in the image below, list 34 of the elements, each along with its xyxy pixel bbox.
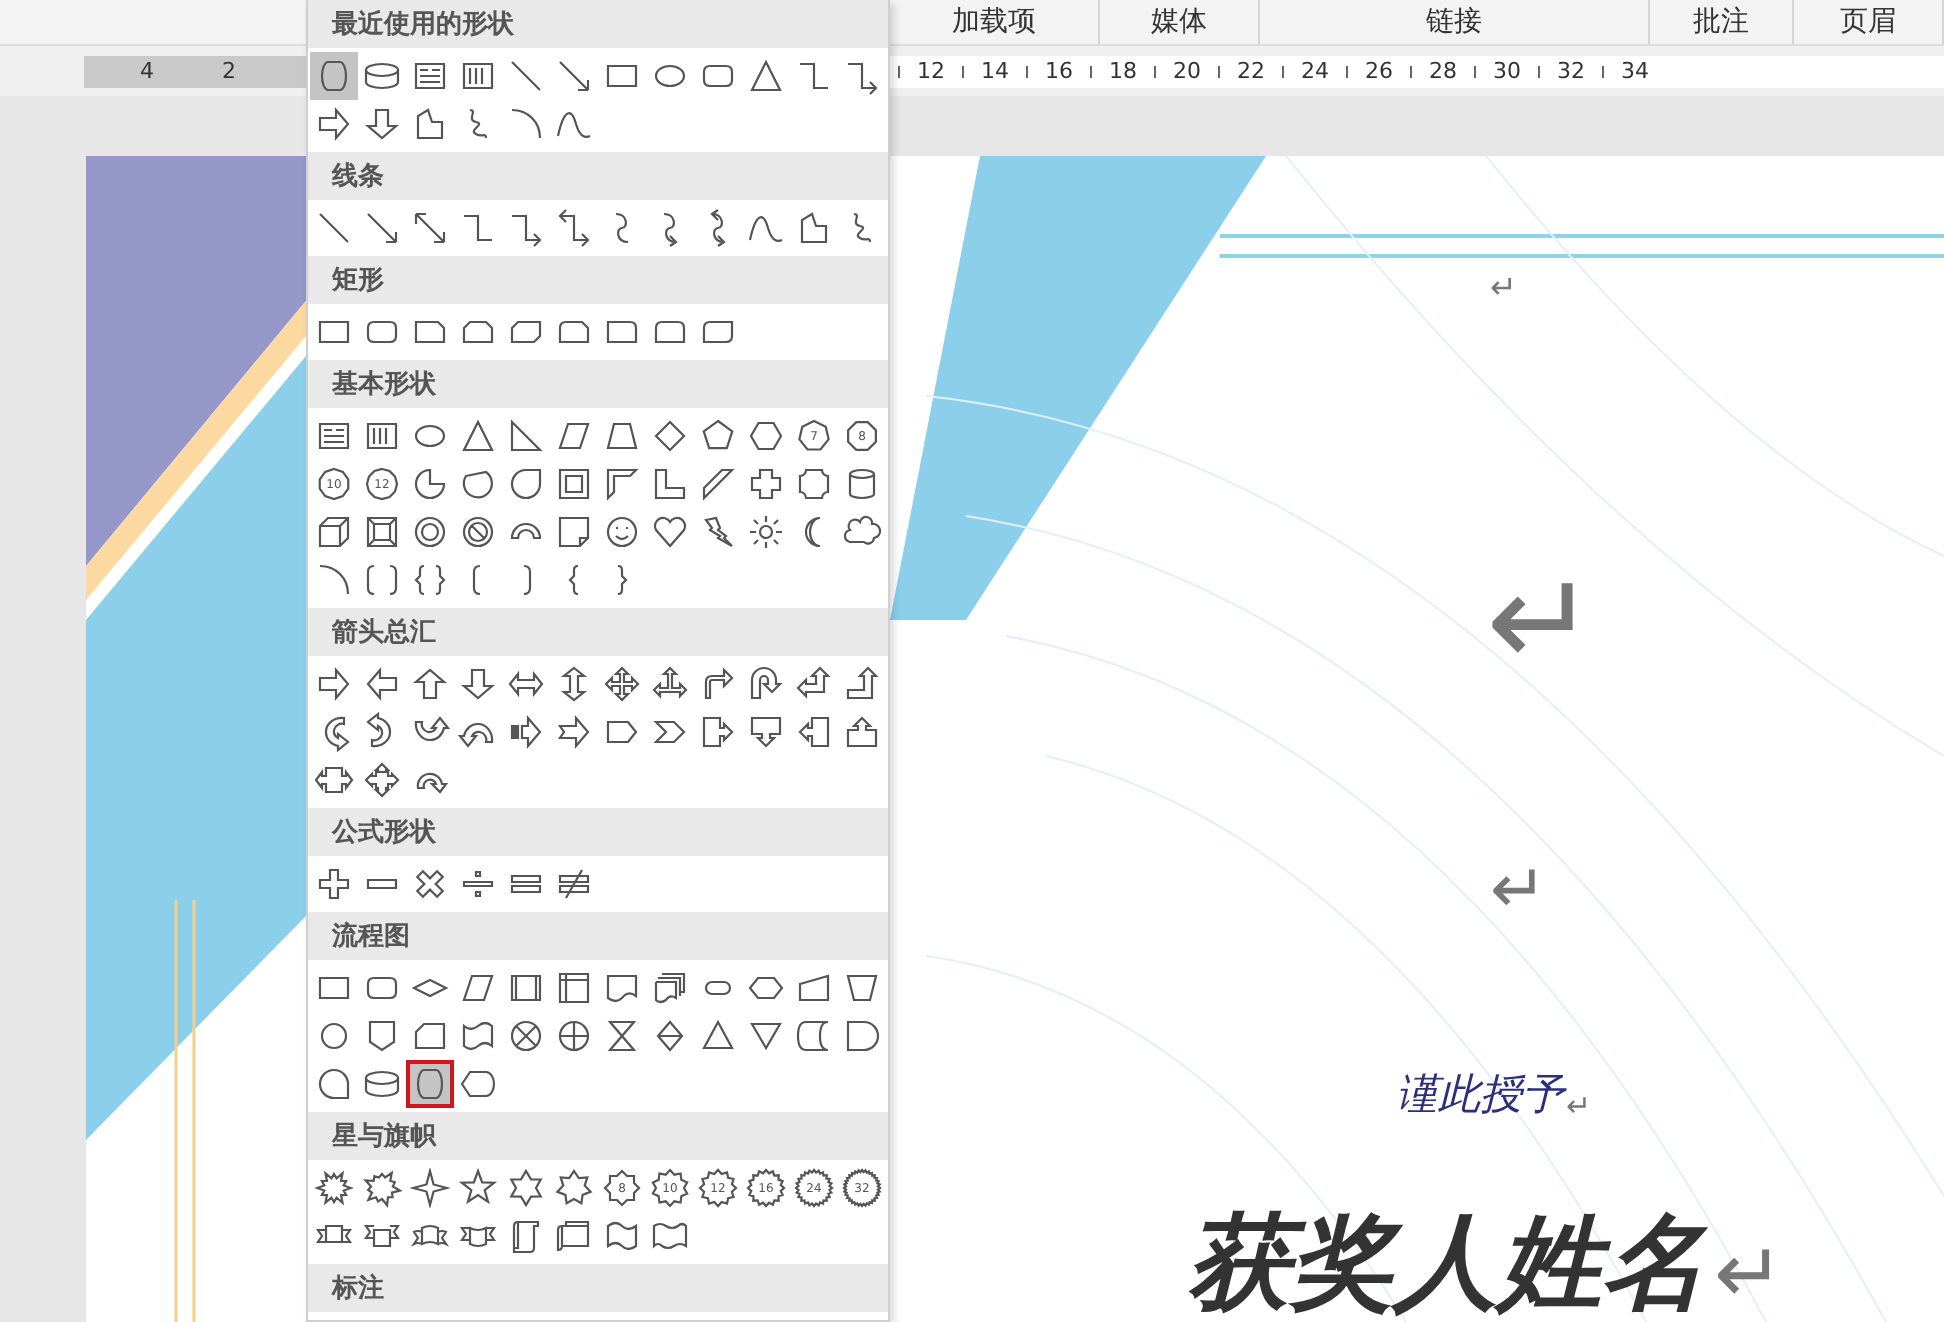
- section-header: 标注: [332, 1271, 384, 1306]
- recipient-name-text: 获奖人姓名: [1186, 1212, 1706, 1316]
- ribbon-tab[interactable]: 链接: [1260, 0, 1650, 44]
- ruler-number: 32: [1555, 58, 1587, 84]
- ruler-number: 20: [1171, 58, 1203, 84]
- ribbon-tab[interactable]: 页眉: [1794, 0, 1944, 44]
- ruler-number: 16: [1043, 58, 1075, 84]
- ribbon-tab[interactable]: 媒体: [1100, 0, 1260, 44]
- ruler-number: 18: [1107, 58, 1139, 84]
- section-header: 星与旗帜: [332, 1120, 436, 1154]
- ribbon-tab[interactable]: 批注: [1650, 0, 1794, 44]
- section-header: 线条: [332, 160, 384, 194]
- paragraph-mark: ↵: [1490, 856, 1547, 924]
- paragraph-mark: ↵: [1486, 556, 1597, 688]
- ruler-number: 12: [915, 58, 947, 84]
- ruler-number: 24: [1299, 58, 1331, 84]
- ruler-number: 2: [222, 58, 236, 84]
- ruler-number: 28: [1427, 58, 1459, 84]
- section-header: 箭头总汇: [332, 616, 436, 650]
- paragraph-mark: ↵: [1714, 1232, 1785, 1316]
- ruler-number: 22: [1235, 58, 1267, 84]
- ruler-number: 26: [1363, 58, 1395, 84]
- section-header: 流程图: [332, 919, 410, 954]
- ruler-number: 30: [1491, 58, 1523, 84]
- section-header: 最近使用的形状: [332, 8, 514, 42]
- paragraph-mark: ↵: [1566, 1092, 1592, 1122]
- section-header: 基本形状: [332, 368, 436, 402]
- grant-text: 谨此授予: [1396, 1068, 1564, 1122]
- section-header: 公式形状: [332, 816, 436, 850]
- section-header: 矩形: [332, 264, 384, 298]
- ruler-number: 4: [140, 58, 154, 84]
- ruler-number: 14: [979, 58, 1011, 84]
- paragraph-mark: ↵: [1490, 272, 1517, 304]
- ruler-number: 34: [1619, 58, 1651, 84]
